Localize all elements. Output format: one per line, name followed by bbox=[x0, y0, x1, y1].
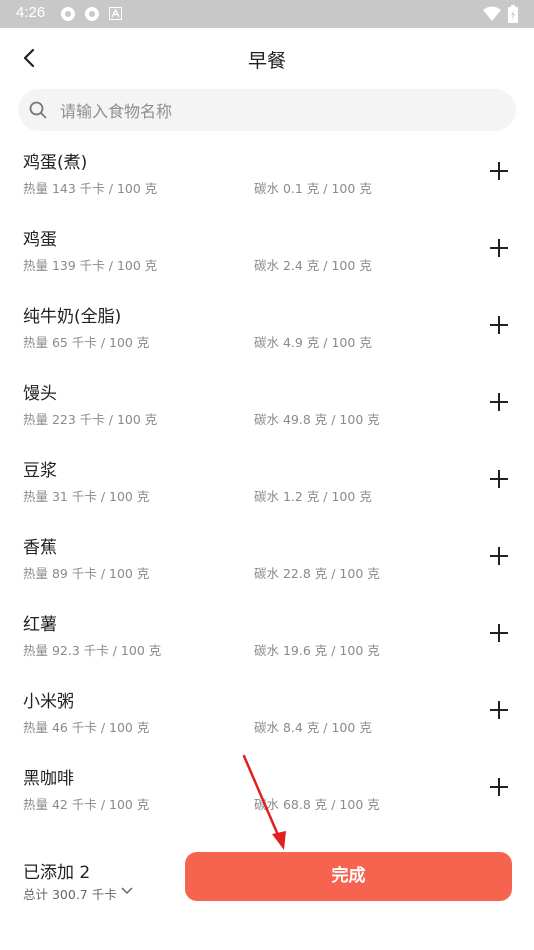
food-name: 红薯 bbox=[23, 615, 57, 635]
plus-icon[interactable] bbox=[486, 466, 512, 492]
food-carbs: 碳水 22.8 克 / 100 克 bbox=[254, 566, 380, 581]
plus-icon[interactable] bbox=[486, 312, 512, 338]
food-calories: 热量 223 千卡 / 100 克 bbox=[23, 412, 158, 427]
search-icon bbox=[29, 101, 47, 119]
food-calories: 热量 143 千卡 / 100 克 bbox=[23, 181, 158, 196]
list-item[interactable]: 馒头 热量 223 千卡 / 100 克 碳水 49.8 克 / 100 克 bbox=[0, 369, 534, 446]
food-calories: 热量 92.3 千卡 / 100 克 bbox=[23, 643, 162, 658]
food-calories: 热量 89 千卡 / 100 克 bbox=[23, 566, 150, 581]
food-name: 馒头 bbox=[23, 384, 57, 404]
added-count: 已添加 2 bbox=[23, 863, 91, 883]
app-notification-icon-2 bbox=[85, 7, 99, 21]
food-calories: 热量 42 千卡 / 100 克 bbox=[23, 797, 150, 812]
list-item[interactable]: 鸡蛋(煮) 热量 143 千卡 / 100 克 碳水 0.1 克 / 100 克 bbox=[0, 138, 534, 215]
food-name: 小米粥 bbox=[23, 692, 74, 712]
food-carbs: 碳水 8.4 克 / 100 克 bbox=[254, 720, 372, 735]
food-carbs: 碳水 19.6 克 / 100 克 bbox=[254, 643, 380, 658]
list-item[interactable]: 香蕉 热量 89 千卡 / 100 克 碳水 22.8 克 / 100 克 bbox=[0, 523, 534, 600]
food-name: 黑咖啡 bbox=[23, 769, 74, 789]
food-name: 香蕉 bbox=[23, 538, 57, 558]
plus-icon[interactable] bbox=[486, 235, 512, 261]
text-notification-icon bbox=[109, 7, 122, 20]
list-item[interactable]: 豆浆 热量 31 千卡 / 100 克 碳水 1.2 克 / 100 克 bbox=[0, 446, 534, 523]
chevron-down-icon[interactable] bbox=[120, 886, 134, 896]
total-calories[interactable]: 总计 300.7 千卡 bbox=[23, 884, 117, 903]
list-item[interactable]: 纯牛奶(全脂) 热量 65 千卡 / 100 克 碳水 4.9 克 / 100 … bbox=[0, 292, 534, 369]
plus-icon[interactable] bbox=[486, 389, 512, 415]
food-name: 纯牛奶(全脂) bbox=[23, 307, 122, 327]
food-carbs: 碳水 49.8 克 / 100 克 bbox=[254, 412, 380, 427]
food-calories: 热量 31 千卡 / 100 克 bbox=[23, 489, 150, 504]
status-time: 4:26 bbox=[16, 4, 46, 21]
app-notification-icon bbox=[61, 7, 75, 21]
plus-icon[interactable] bbox=[486, 697, 512, 723]
food-name: 鸡蛋 bbox=[23, 230, 57, 250]
food-carbs: 碳水 2.4 克 / 100 克 bbox=[254, 258, 372, 273]
nav-header: 早餐 bbox=[0, 28, 534, 88]
plus-icon[interactable] bbox=[486, 774, 512, 800]
search-bar[interactable] bbox=[18, 89, 516, 133]
food-list: 鸡蛋(煮) 热量 143 千卡 / 100 克 碳水 0.1 克 / 100 克… bbox=[0, 138, 534, 831]
food-name: 鸡蛋(煮) bbox=[23, 153, 88, 173]
list-item[interactable]: 鸡蛋 热量 139 千卡 / 100 克 碳水 2.4 克 / 100 克 bbox=[0, 215, 534, 292]
page-title: 早餐 bbox=[247, 50, 286, 72]
food-calories: 热量 139 千卡 / 100 克 bbox=[23, 258, 158, 273]
list-item[interactable]: 黑咖啡 热量 42 千卡 / 100 克 碳水 68.8 克 / 100 克 bbox=[0, 754, 534, 831]
battery-icon bbox=[508, 5, 518, 23]
footer-bar: 已添加 2 总计 300.7 千卡 完成 bbox=[0, 840, 534, 950]
food-name: 豆浆 bbox=[23, 461, 57, 481]
food-calories: 热量 65 千卡 / 100 克 bbox=[23, 335, 150, 350]
food-carbs: 碳水 4.9 克 / 100 克 bbox=[254, 335, 372, 350]
status-bar: 4:26 bbox=[0, 0, 534, 28]
search-input[interactable] bbox=[58, 89, 502, 133]
plus-icon[interactable] bbox=[486, 543, 512, 569]
done-button[interactable]: 完成 bbox=[185, 852, 512, 901]
food-carbs: 碳水 1.2 克 / 100 克 bbox=[254, 489, 372, 504]
food-carbs: 碳水 0.1 克 / 100 克 bbox=[254, 181, 372, 196]
plus-icon[interactable] bbox=[486, 620, 512, 646]
list-item[interactable]: 红薯 热量 92.3 千卡 / 100 克 碳水 19.6 克 / 100 克 bbox=[0, 600, 534, 677]
plus-icon[interactable] bbox=[486, 158, 512, 184]
food-carbs: 碳水 68.8 克 / 100 克 bbox=[254, 797, 380, 812]
wifi-icon bbox=[483, 6, 501, 21]
list-item[interactable]: 小米粥 热量 46 千卡 / 100 克 碳水 8.4 克 / 100 克 bbox=[0, 677, 534, 754]
food-calories: 热量 46 千卡 / 100 克 bbox=[23, 720, 150, 735]
